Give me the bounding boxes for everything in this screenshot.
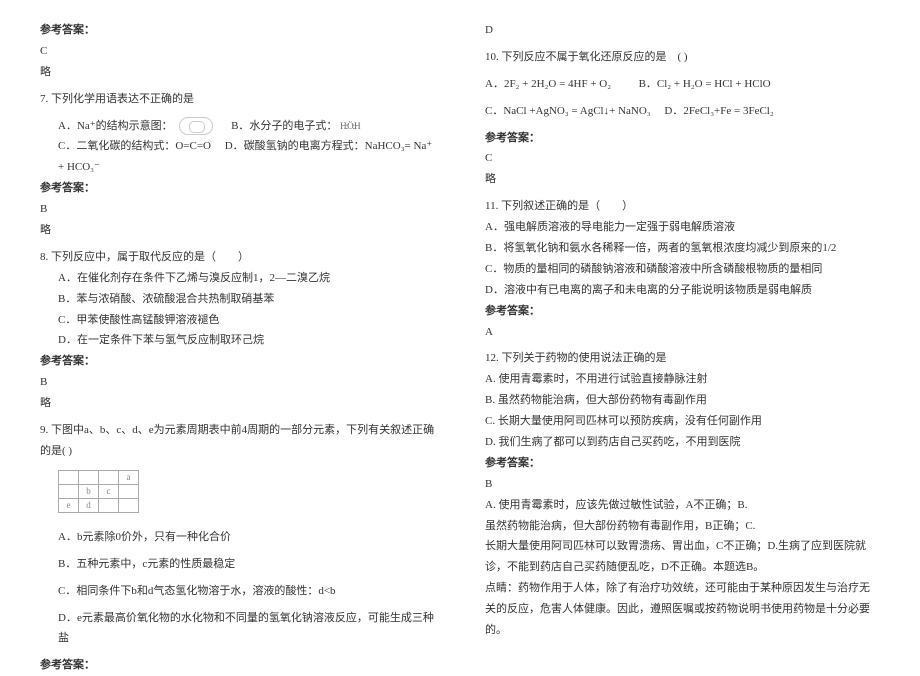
q9-answer: D [485,20,880,41]
q7-option-a: A．Na⁺的结构示意图： [58,120,173,132]
q9-option-b: B．五种元素中，c元素的性质最稳定 [40,554,435,575]
q12-option-a: A. 使用青霉素时，不用进行试验直接静脉注射 [485,369,880,390]
q7-option-b: B．水分子的电子式： [231,120,337,132]
q9-option-a: A．b元素除0价外，只有一种化合价 [40,527,435,548]
q10-stem: 10. 下列反应不属于氧化还原反应的是 ( ) [485,47,880,68]
q11-option-b: B．将氢氧化钠和氨水各稀释一倍，两者的氢氧根浓度均减少到原来的1/2 [485,238,880,259]
q10-option-c: C．NaCl +AgNO₃ = AgCl↓+ NaNO₃ [485,105,651,117]
q12-option-d: D. 我们生病了都可以到药店自己买药吃，不用到医院 [485,432,880,453]
q11-option-d: D．溶液中有已电离的离子和未电离的分子能说明该物质是弱电解质 [485,280,880,301]
q8-option-c: C．甲苯使酸性高锰酸钾溶液褪色 [40,310,435,331]
q11-option-a: A．强电解质溶液的导电能力一定强于弱电解质溶液 [485,217,880,238]
q12-option-c: C. 长期大量使用阿司匹林可以预防疾病，没有任何副作用 [485,411,880,432]
answer-label: 参考答案： [40,20,435,41]
q11-stem: 11. 下列叙述正确的是（ ） [485,196,880,217]
right-column: D 10. 下列反应不属于氧化还原反应的是 ( ) A．2F₂ + 2H₂O =… [485,20,880,631]
q6-lue: 略 [40,62,435,83]
q7-answer: B [40,199,435,220]
q7-stem: 7. 下列化学用语表达不正确的是 [40,89,435,110]
q11-option-c: C．物质的量相同的磷酸钠溶液和磷酸溶液中所含磷酸根物质的量相同 [485,259,880,280]
q7-option-c: C．二氧化碳的结构式：O=C=O [58,140,211,152]
q8-answer: B [40,372,435,393]
answer-label: 参考答案： [485,453,880,474]
q11-answer: A [485,322,880,343]
q12-explain-3: 长期大量使用阿司匹林可以致胃溃疡、胃出血，C不正确；D.生病了应到医院就诊，不能… [485,536,880,578]
q7-option-a-row: A．Na⁺的结构示意图： B．水分子的电子式： H:Ö:H [40,116,435,137]
q10-option-b: B．Cl₂ + H₂O = HCl + HClO [639,78,771,90]
electron-dot-icon: H:Ö:H [340,121,360,131]
q10-answer: C [485,148,880,169]
q10-lue: 略 [485,169,880,190]
q12-stem: 12. 下列关于药物的使用说法正确的是 [485,348,880,369]
q12-answer: B [485,474,880,495]
answer-label: 参考答案： [40,178,435,199]
periodic-table-snippet: a bc ed [58,470,435,513]
q12-explain-2: 虽然药物能治病，但大部份药物有毒副作用，B正确；C. [485,516,880,537]
q10-row-ab: A．2F₂ + 2H₂O = 4HF + O₂ B．Cl₂ + H₂O = HC… [485,74,880,95]
q9-stem: 9. 下图中a、b、c、d、e为元素周期表中前4周期的一部分元素，下列有关叙述正… [40,420,435,462]
left-column: 参考答案： C 略 7. 下列化学用语表达不正确的是 A．Na⁺的结构示意图： … [40,20,435,631]
atom-diagram-icon [179,116,213,137]
q10-option-d: D．2FeCl₃+Fe = 3FeCl₂ [664,105,773,117]
q8-option-d: D．在一定条件下苯与氢气反应制取环己烷 [40,330,435,351]
q7-option-c-row: C．二氧化碳的结构式：O=C=O D．碳酸氢钠的电离方程式：NaHCO₃= Na… [40,136,435,178]
q12-option-b: B. 虽然药物能治病，但大部份药物有毒副作用 [485,390,880,411]
q9-option-c: C．相同条件下b和d气态氢化物溶于水，溶液的酸性：d<b [40,581,435,602]
answer-label: 参考答案： [485,128,880,149]
q6-answer: C [40,41,435,62]
q12-explain-4: 点睛：药物作用于人体，除了有治疗功效统，还可能由于某种原因发生与治疗无关的反应，… [485,578,880,641]
q10-option-a: A．2F₂ + 2H₂O = 4HF + O₂ [485,78,611,90]
q8-option-b: B．苯与浓硝酸、浓硫酸混合共热制取硝基苯 [40,289,435,310]
q8-stem: 8. 下列反应中，属于取代反应的是（ ） [40,247,435,268]
q12-explain-1: A. 使用青霉素时，应该先做过敏性试验，A不正确；B. [485,495,880,516]
q10-row-cd: C．NaCl +AgNO₃ = AgCl↓+ NaNO₃ D．2FeCl₃+Fe… [485,101,880,122]
q8-option-a: A．在催化剂存在条件下乙烯与溴反应制1，2—二溴乙烷 [40,268,435,289]
answer-label: 参考答案： [40,351,435,372]
answer-label: 参考答案： [485,301,880,322]
q7-lue: 略 [40,220,435,241]
q8-lue: 略 [40,393,435,414]
q9-option-d: D．e元素最高价氧化物的水化物和不同量的氢氧化钠溶液反应，可能生成三种盐 [40,608,435,650]
answer-label: 参考答案： [40,655,435,676]
